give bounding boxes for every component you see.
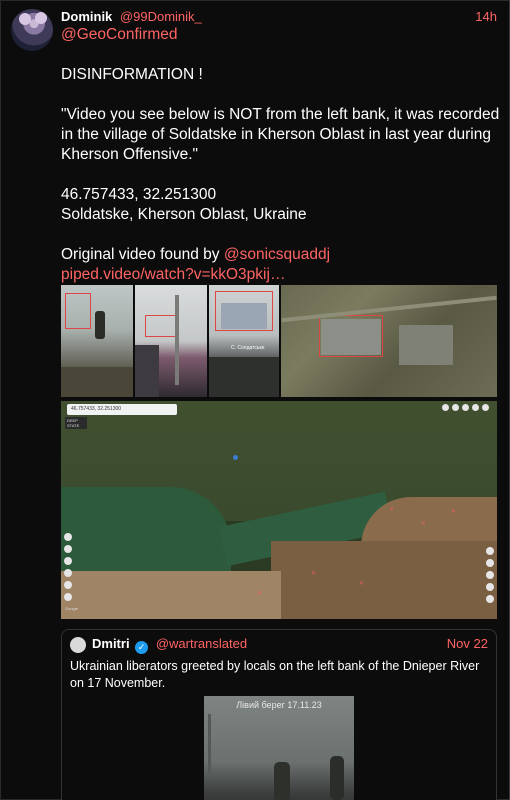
map-locate-icon[interactable]	[64, 593, 72, 601]
verified-check-icon: ✓	[135, 641, 149, 654]
post-header: Dominik @99Dominik_ 14h	[61, 9, 497, 25]
map-right-tool-icon[interactable]	[486, 571, 494, 579]
map-land-southeast	[271, 541, 497, 619]
map-right-tool-icon[interactable]	[486, 547, 494, 555]
building-shape-2	[399, 325, 453, 365]
post-coordinates: 46.757433, 32.251300	[61, 186, 217, 203]
thumbnail-utility-pole[interactable]	[135, 285, 207, 397]
map-tool-icon[interactable]	[482, 404, 489, 411]
source-link[interactable]: piped.video/watch?v=kkO3pkij…	[61, 266, 285, 283]
quoted-post-header: Dmitri ✓ @wartranslated Nov 22	[92, 636, 488, 654]
thumbnail-satellite[interactable]	[281, 285, 497, 397]
quoted-author-avatar[interactable]	[70, 637, 86, 653]
village-caption: С. Солдатське	[231, 345, 265, 351]
frontline-marker-icon: ✕	[257, 591, 263, 597]
map-zoom-out-icon[interactable]	[64, 545, 72, 553]
post-quote: "Video you see below is NOT from the lef…	[61, 106, 500, 163]
quoted-post-time[interactable]: Nov 22	[447, 636, 488, 651]
quoted-author-handle[interactable]: @wartranslated	[156, 636, 247, 651]
frontline-marker-icon: ✕	[359, 581, 365, 587]
highlight-box	[145, 315, 179, 337]
post-source-line: Original video found by @sonicsquaddj	[61, 245, 501, 265]
person-figure	[135, 345, 159, 397]
road-line	[281, 295, 497, 323]
author-handle[interactable]: @99Dominik_	[120, 9, 202, 24]
map-tool-icon[interactable]	[442, 404, 449, 411]
soldier-figure	[274, 762, 290, 800]
quoted-post-text: Ukrainian liberators greeted by locals o…	[70, 659, 480, 690]
map-right-tool-icon[interactable]	[486, 595, 494, 603]
map-tool-icon[interactable]	[452, 404, 459, 411]
house-shape	[221, 303, 267, 329]
thumbnail-road-soldier[interactable]	[61, 285, 133, 397]
map-right-tool-icon[interactable]	[486, 559, 494, 567]
highlight-box	[319, 315, 383, 357]
map-right-tool-icon[interactable]	[486, 583, 494, 591]
location-pin-icon	[233, 455, 238, 460]
source-prefix: Original video found by	[61, 246, 224, 263]
author-avatar[interactable]	[11, 9, 53, 51]
frontline-marker-icon: ✕	[451, 509, 457, 515]
utility-pole	[175, 295, 179, 385]
quoted-post[interactable]: Dmitri ✓ @wartranslated Nov 22 Ukrainian…	[61, 629, 497, 800]
frontline-marker-icon: ✕	[421, 521, 427, 527]
mention-geoconfirmed[interactable]: @GeoConfirmed	[61, 26, 178, 43]
soldier-figure	[330, 756, 344, 800]
post-location: Soldatske, Kherson Oblast, Ukraine	[61, 206, 307, 223]
map-logo: DEEP STATE	[65, 417, 87, 429]
post-body: @GeoConfirmed DISINFORMATION ! "Video yo…	[61, 25, 501, 285]
frontline-marker-icon: ✕	[389, 507, 395, 513]
soldier-figure	[95, 311, 105, 339]
highlight-box	[65, 293, 91, 329]
post-card[interactable]: Dominik @99Dominik_ 14h @GeoConfirmed DI…	[0, 0, 510, 800]
map-search-input[interactable]: 46.757433, 32.251300	[67, 404, 177, 415]
road-ground	[61, 367, 133, 397]
video-overlay-text: Лівий берег 17.11.23	[236, 700, 322, 710]
map-tool-icon[interactable]	[472, 404, 479, 411]
mention-sonicsquaddj[interactable]: @sonicsquaddj	[224, 246, 330, 263]
quoted-author-name[interactable]: Dmitri	[92, 636, 130, 651]
ground-shape	[209, 357, 279, 397]
avatar-ear-left	[19, 13, 31, 25]
map-zoom-in-icon[interactable]	[64, 533, 72, 541]
map-land-south	[61, 571, 281, 619]
quoted-video[interactable]: Лівий берег 17.11.23	[204, 696, 354, 800]
map-attribution: Google	[65, 606, 78, 611]
pole-shape	[208, 714, 211, 774]
map-view[interactable]: 46.757433, 32.251300 DEEP STATE ✕ ✕ ✕ ✕ …	[61, 401, 497, 619]
map-measure-icon[interactable]	[64, 569, 72, 577]
map-draw-icon[interactable]	[64, 581, 72, 589]
map-tool-icon[interactable]	[462, 404, 469, 411]
frontline-marker-icon: ✕	[311, 571, 317, 577]
author-display-name[interactable]: Dominik	[61, 9, 112, 24]
post-time[interactable]: 14h	[475, 9, 497, 24]
thumbnail-house[interactable]: С. Солдатське	[209, 285, 279, 397]
post-headline: DISINFORMATION !	[61, 66, 203, 83]
avatar-ear-right	[35, 12, 47, 24]
map-layer-icon[interactable]	[64, 557, 72, 565]
